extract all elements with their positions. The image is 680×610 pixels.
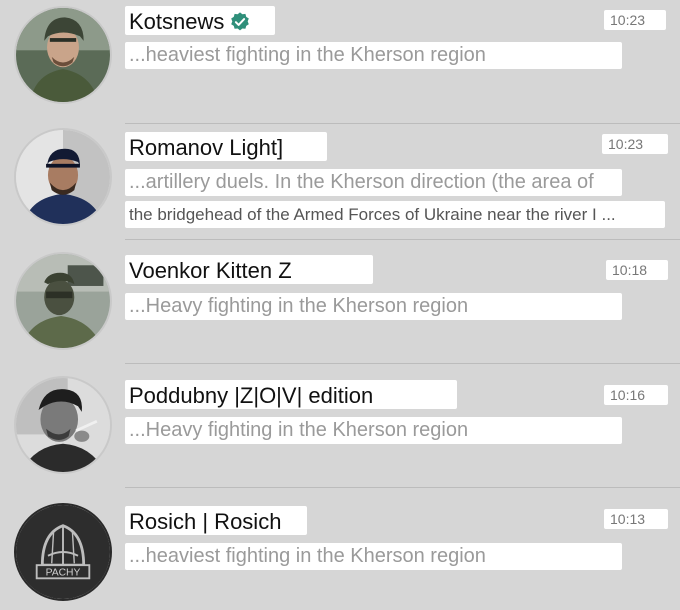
- smoking-man-avatar: [14, 376, 112, 474]
- chat-name: Voenkor Kitten Z: [125, 255, 373, 284]
- chat-time: 10:23: [604, 10, 666, 30]
- chat-item-voenkor-kitten-z[interactable]: Voenkor Kitten Z 10:18 ...Heavy fighting…: [0, 240, 680, 364]
- message-preview: ...heaviest fighting in the Kherson regi…: [125, 42, 622, 69]
- chat-name: Poddubny |Z|O|V| edition: [125, 380, 457, 409]
- verified-icon: [231, 12, 250, 31]
- chat-item-poddubny[interactable]: Poddubny |Z|O|V| edition 10:16 ...Heavy …: [0, 364, 680, 488]
- chat-item-romanov-light[interactable]: Romanov Light] 10:23 ...artillery duels.…: [0, 116, 680, 240]
- chat-time: 10:18: [606, 260, 668, 280]
- message-preview: ...artillery duels. In the Kherson direc…: [125, 169, 622, 196]
- chat-list: Kotsnews 10:23 ...heaviest fighting in t…: [0, 0, 680, 610]
- chat-time: 10:23: [602, 134, 668, 154]
- man-cap-avatar: [14, 128, 112, 226]
- message-preview: ...Heavy fighting in the Kherson region: [125, 417, 622, 444]
- pachy-logo-text: PACHY: [46, 568, 81, 579]
- message-preview-line-2: the bridgehead of the Armed Forces of Uk…: [125, 201, 665, 228]
- message-preview: ...Heavy fighting in the Kherson region: [125, 293, 622, 320]
- chat-name: Rosich | Rosich: [125, 506, 307, 535]
- pachy-helmet-logo-avatar: PACHY: [14, 503, 112, 601]
- chat-item-kotsnews[interactable]: Kotsnews 10:23 ...heaviest fighting in t…: [0, 0, 680, 124]
- chat-time: 10:13: [604, 509, 668, 529]
- chat-item-rosich[interactable]: PACHY Rosich | Rosich 10:13 ...heaviest …: [0, 488, 680, 610]
- message-preview: ...heaviest fighting in the Kherson regi…: [125, 543, 622, 570]
- chat-name: Kotsnews: [125, 6, 275, 35]
- soldier-helmet-avatar: [14, 6, 112, 104]
- chat-time: 10:16: [604, 385, 668, 405]
- chat-name: Romanov Light]: [125, 132, 327, 161]
- masked-soldier-avatar: [14, 252, 112, 350]
